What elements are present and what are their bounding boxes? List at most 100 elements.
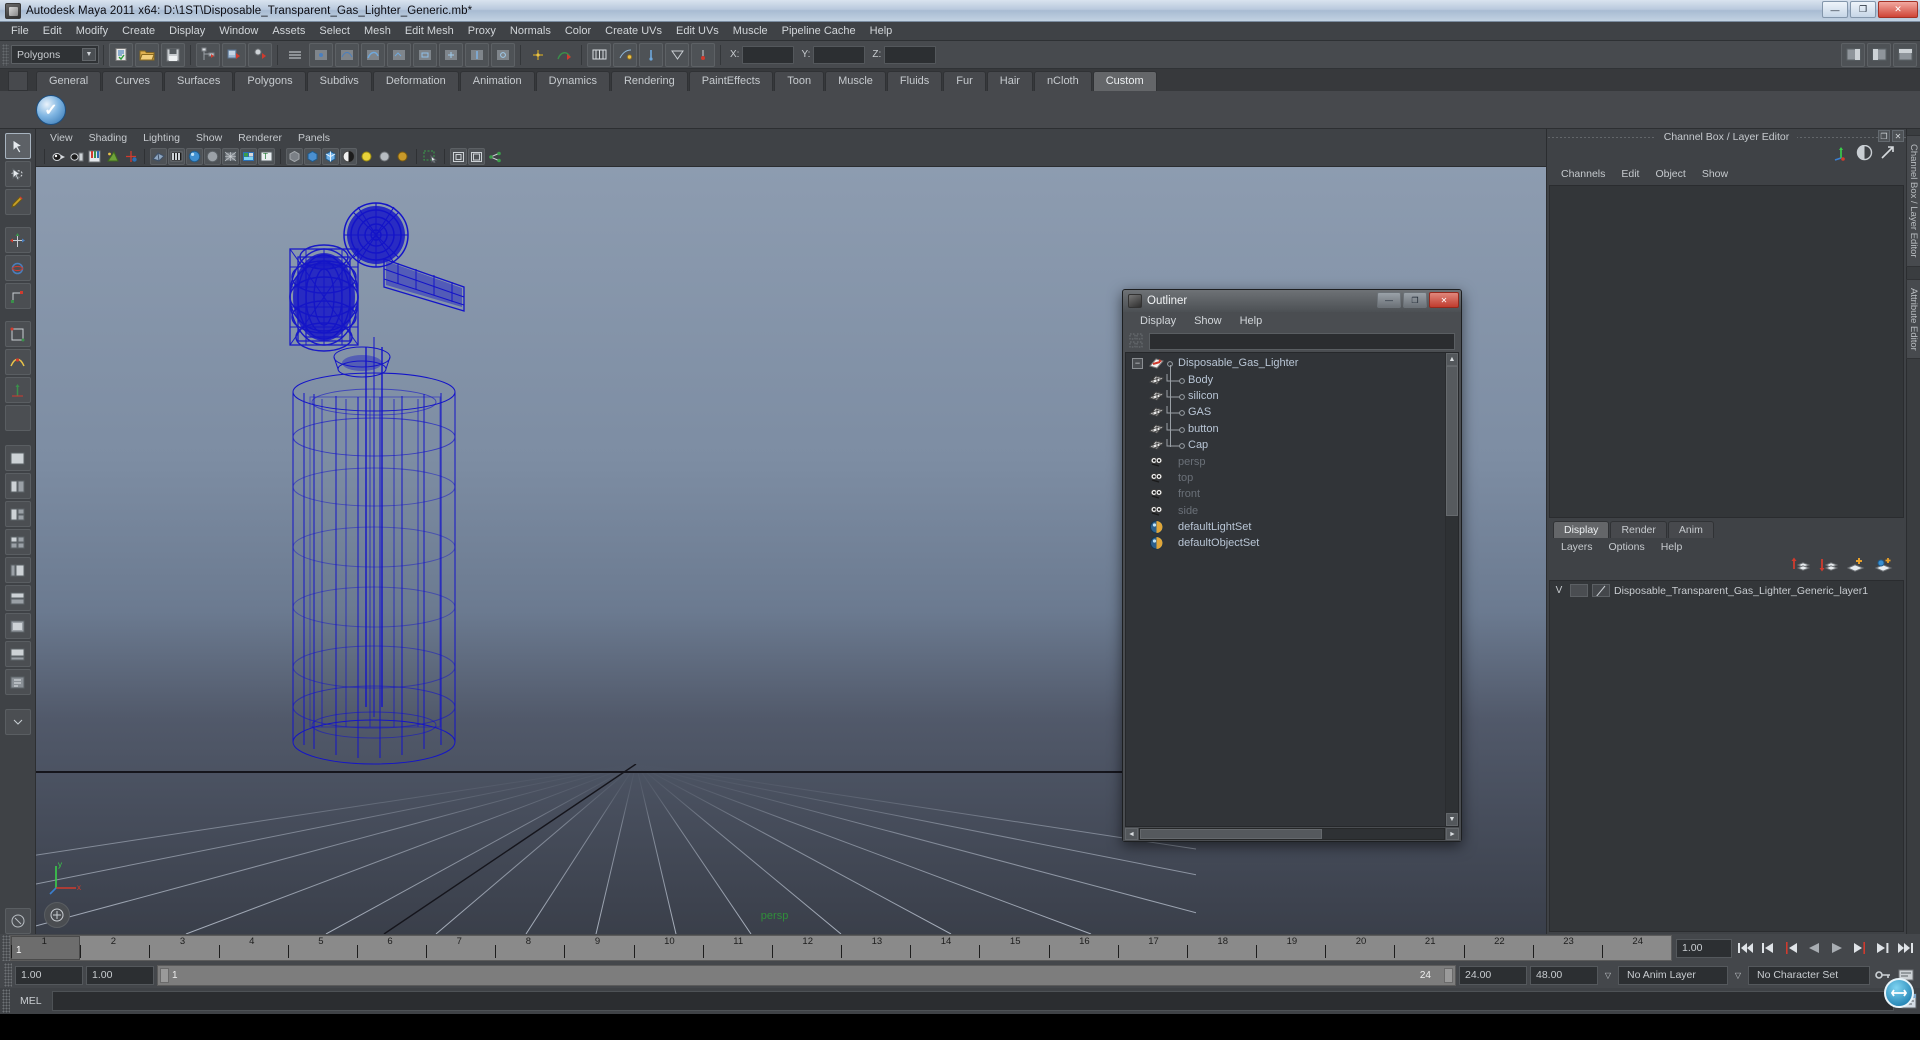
maximize-button[interactable]: ❐ xyxy=(1850,1,1876,18)
single-pane-layout-button[interactable] xyxy=(4,445,31,471)
layer-editor-tab-render[interactable]: Render xyxy=(1610,520,1667,538)
statusline-grip[interactable] xyxy=(2,43,9,66)
layer-menu-help[interactable]: Help xyxy=(1653,540,1691,554)
scroll-down-arrow-icon[interactable]: ▼ xyxy=(1446,813,1458,826)
viewport-hud-icon[interactable] xyxy=(44,902,70,928)
current-time-field[interactable]: 1.00 xyxy=(1676,938,1732,958)
channel-box-menu-edit[interactable]: Edit xyxy=(1613,167,1647,181)
persp-outliner-layout-button[interactable] xyxy=(4,557,31,583)
viewport-menu-lighting[interactable]: Lighting xyxy=(135,131,188,145)
outliner-horizontal-scrollbar[interactable]: ◄ ► xyxy=(1123,827,1461,841)
snap-to-grid-icon[interactable] xyxy=(526,43,550,67)
step-forward-frame-button[interactable] xyxy=(1873,938,1893,958)
shelf-tab-animation[interactable]: Animation xyxy=(459,71,535,91)
smooth-shade-all-icon[interactable] xyxy=(168,148,185,165)
menu-set-selector[interactable]: Polygons ▼ xyxy=(11,45,99,64)
anim-layer-selector[interactable]: No Anim Layer xyxy=(1618,965,1728,985)
outliner-item-disposable-gas-lighter[interactable]: − Disposable_Gas_Lighter xyxy=(1126,355,1445,371)
persp-graph-layout-button[interactable] xyxy=(4,641,31,667)
range-bar-left-handle[interactable] xyxy=(160,967,169,983)
shelf-tab-dynamics[interactable]: Dynamics xyxy=(535,71,610,91)
animation-start-time-field[interactable]: 1.00 xyxy=(15,965,83,985)
viewport-menu-view[interactable]: View xyxy=(42,131,81,145)
menu-item-edit-mesh[interactable]: Edit Mesh xyxy=(398,23,461,39)
viewport-menu-show[interactable]: Show xyxy=(188,131,230,145)
two-pane-layout-button[interactable] xyxy=(4,473,31,499)
step-back-key-button[interactable] xyxy=(1781,938,1801,958)
mask-faces-button[interactable] xyxy=(387,42,411,67)
layer-menu-options[interactable]: Options xyxy=(1601,540,1653,554)
mask-pivots-button[interactable] xyxy=(439,42,463,67)
outliner-item-front[interactable]: front xyxy=(1126,486,1445,502)
hscroll-track[interactable] xyxy=(1139,828,1445,840)
persp-relationship-layout-button[interactable] xyxy=(4,669,31,695)
outliner-item-gas[interactable]: GAS xyxy=(1126,404,1445,420)
shelf-tab-ncloth[interactable]: nCloth xyxy=(1033,71,1092,91)
menu-item-assets[interactable]: Assets xyxy=(265,23,312,39)
image-plane-icon[interactable] xyxy=(104,148,121,165)
outliner-menu-display[interactable]: Display xyxy=(1131,314,1185,328)
new-empty-layer-icon[interactable] xyxy=(1846,556,1866,578)
menu-item-edit[interactable]: Edit xyxy=(36,23,69,39)
step-back-frame-button[interactable] xyxy=(1758,938,1778,958)
character-set-selector[interactable]: No Character Set xyxy=(1748,965,1870,985)
mask-parm-points-button[interactable] xyxy=(335,42,359,67)
layer-color-swatch[interactable] xyxy=(1592,584,1610,597)
play-backwards-button[interactable] xyxy=(1804,938,1824,958)
shadows-icon[interactable] xyxy=(394,148,411,165)
three-pane-layout-button[interactable] xyxy=(4,501,31,527)
range-slider-grip[interactable] xyxy=(4,963,12,987)
menu-item-pipeline-cache[interactable]: Pipeline Cache xyxy=(775,23,863,39)
shelf-tab-deformation[interactable]: Deformation xyxy=(372,71,459,91)
show-hide-channel-box-button[interactable] xyxy=(1893,42,1917,67)
shaded-wireframe-icon[interactable] xyxy=(222,148,239,165)
outliner-menu-help[interactable]: Help xyxy=(1231,314,1272,328)
use-default-material-icon[interactable]: T xyxy=(258,148,275,165)
bookmark-icon[interactable] xyxy=(86,148,103,165)
play-forwards-button[interactable] xyxy=(1827,938,1847,958)
time-slider-grip[interactable] xyxy=(2,935,10,961)
shelf-tab-curves[interactable]: Curves xyxy=(102,71,163,91)
smooth-mesh-preview-icon[interactable] xyxy=(304,148,321,165)
outliner-search-input[interactable] xyxy=(1149,332,1455,350)
menu-item-create[interactable]: Create xyxy=(115,23,162,39)
vscroll-thumb[interactable] xyxy=(1446,366,1458,516)
menu-item-window[interactable]: Window xyxy=(212,23,265,39)
mask-locators-button[interactable] xyxy=(491,42,515,67)
xray-display-icon[interactable] xyxy=(286,148,303,165)
character-set-dropdown-icon[interactable]: ▽ xyxy=(1731,966,1745,984)
display-textures-icon[interactable] xyxy=(340,148,357,165)
animation-end-time-field[interactable]: 48.00 xyxy=(1530,965,1598,985)
channel-box-menu-channels[interactable]: Channels xyxy=(1553,167,1613,181)
shelf-tab-painteffects[interactable]: PaintEffects xyxy=(688,71,774,91)
go-to-end-button[interactable] xyxy=(1896,938,1916,958)
channel-box-menu-object[interactable]: Object xyxy=(1647,167,1693,181)
scale-tool[interactable] xyxy=(4,283,31,309)
x-coordinate-field[interactable] xyxy=(742,45,795,64)
construction-history-button[interactable] xyxy=(587,42,611,67)
show-manipulator-tool[interactable] xyxy=(4,377,31,403)
rotate-tool[interactable] xyxy=(4,255,31,281)
use-default-light-icon[interactable] xyxy=(376,148,393,165)
command-language-label[interactable]: MEL xyxy=(14,995,48,1007)
command-line-grip[interactable] xyxy=(2,989,10,1013)
hypershade-button[interactable] xyxy=(691,42,715,67)
hardware-texturing-icon[interactable] xyxy=(322,148,339,165)
teamviewer-badge-icon[interactable] xyxy=(1884,978,1914,1008)
show-hide-sidebar-button[interactable] xyxy=(1841,42,1865,67)
mask-handles-button[interactable] xyxy=(465,42,489,67)
open-scene-button[interactable] xyxy=(135,42,159,67)
layer-row[interactable]: V Disposable_Transparent_Gas_Lighter_Gene… xyxy=(1552,583,1901,599)
outliner-item-cap[interactable]: Cap xyxy=(1126,437,1445,453)
menu-item-edit-uvs[interactable]: Edit UVs xyxy=(669,23,726,39)
mask-hulls-button[interactable] xyxy=(413,42,437,67)
outliner-expand-toggle[interactable]: − xyxy=(1132,357,1143,369)
layer-name[interactable]: Disposable_Transparent_Gas_Lighter_Gener… xyxy=(1614,585,1868,597)
last-tool-used[interactable] xyxy=(4,405,31,431)
close-button[interactable]: ✕ xyxy=(1878,1,1918,18)
menu-item-help[interactable]: Help xyxy=(863,23,900,39)
hypergraph-layout-button[interactable] xyxy=(4,585,31,611)
textured-icon[interactable] xyxy=(240,148,257,165)
shelf-tab-surfaces[interactable]: Surfaces xyxy=(163,71,234,91)
shelf-tab-polygons[interactable]: Polygons xyxy=(234,71,306,91)
